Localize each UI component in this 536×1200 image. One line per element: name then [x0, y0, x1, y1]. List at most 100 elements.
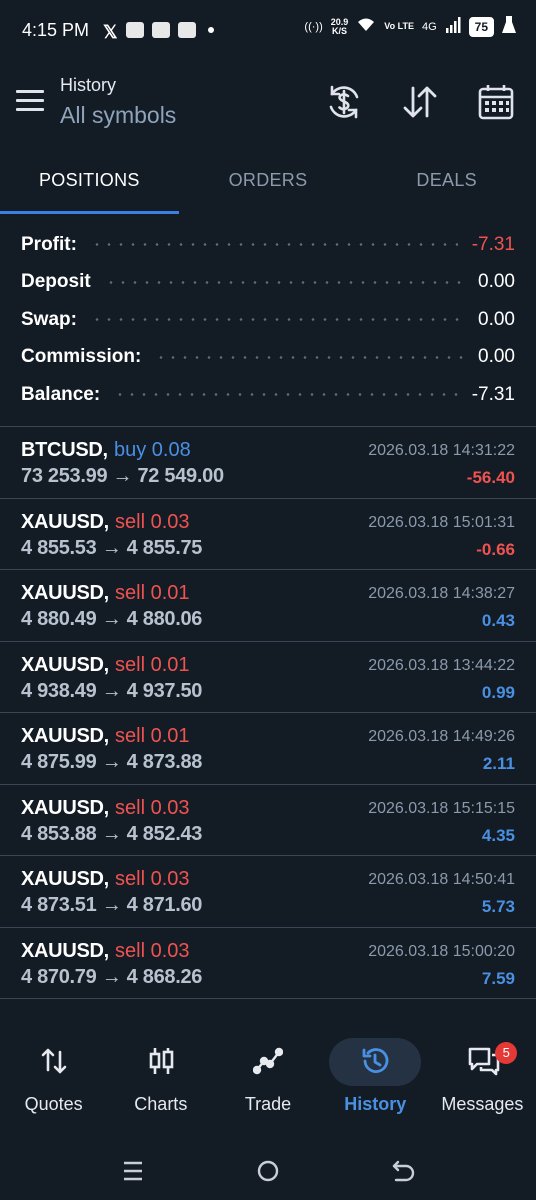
deal-profit: 0.43	[481, 611, 515, 630]
app-header: History All symbols	[0, 60, 536, 150]
quotes-arrows-icon	[39, 1046, 69, 1076]
list-item[interactable]: XAUUSD, sell 0.03 4 873.51 → 4 871.60 20…	[0, 856, 536, 928]
nav-label: History	[344, 1094, 407, 1114]
deal-symbol: XAUUSD,	[21, 510, 109, 533]
discord-icon	[151, 22, 170, 38]
tab-orders[interactable]: ORDERS	[179, 150, 358, 214]
list-item[interactable]: XAUUSD, sell 0.01 4 938.49 → 4 937.50 20…	[0, 642, 536, 713]
recent-apps-icon[interactable]	[118, 1156, 148, 1186]
volte-indicator: Vo LTE	[384, 21, 414, 31]
deal-type: sell 0.01	[115, 582, 190, 604]
nav-history[interactable]: History	[322, 1030, 429, 1130]
deal-time: 2026.03.18 15:15:15	[368, 799, 515, 817]
hotspot-icon: ((·))	[304, 20, 323, 33]
deal-prices: 4 938.49 → 4 937.50	[21, 679, 203, 702]
deal-prices: 4 870.79 → 4 868.26	[21, 965, 203, 988]
deal-profit: 4.35	[481, 825, 515, 845]
deal-time: 2026.03.18 14:31:22	[368, 442, 515, 459]
deposit-label: Deposit	[21, 271, 91, 293]
deal-time: 2026.03.18 14:49:26	[368, 728, 515, 745]
list-item[interactable]: XAUUSD, sell 0.03 4 870.79 → 4 868.26 20…	[0, 928, 536, 999]
dotted-leader	[114, 393, 458, 397]
deal-time: 2026.03.18 14:38:27	[368, 585, 515, 602]
nav-label: Messages	[441, 1094, 524, 1114]
summary-row-balance: Balance: -7.31	[0, 376, 536, 414]
currency-sync-icon[interactable]	[324, 82, 364, 122]
signal-icon	[445, 17, 461, 36]
swap-label: Swap:	[21, 308, 77, 330]
status-notification-icons: 𝕏	[103, 22, 214, 42]
commission-value: 0.00	[478, 346, 515, 368]
dotted-leader	[155, 355, 465, 359]
deal-profit: 7.59	[481, 968, 515, 988]
deal-time: 2026.03.18 15:00:20	[368, 942, 515, 960]
tab-deals[interactable]: DEALS	[357, 150, 536, 214]
trade-line-icon	[252, 1046, 284, 1076]
deal-type: sell 0.03	[115, 510, 190, 533]
net-speed-unit: K/S	[332, 25, 348, 36]
status-time: 4:15 PM	[22, 19, 90, 40]
nav-label: Quotes	[24, 1094, 83, 1114]
deal-symbol: XAUUSD,	[21, 796, 109, 819]
nav-quotes[interactable]: Quotes	[0, 1030, 107, 1130]
deal-type: sell 0.03	[115, 939, 190, 962]
deal-type: sell 0.03	[115, 796, 190, 819]
wifi-icon	[356, 17, 376, 36]
calendar-icon[interactable]	[476, 82, 516, 122]
youtube-icon	[177, 22, 196, 38]
summary-row-commission: Commission: 0.00	[0, 339, 536, 377]
app-square-icon	[125, 22, 144, 38]
page-title: History	[60, 75, 117, 95]
nav-label: Trade	[244, 1094, 292, 1114]
deal-symbol: BTCUSD,	[21, 439, 108, 461]
battery-indicator: 75	[468, 16, 494, 37]
positions-list: BTCUSD, buy 0.08 73 253.99 → 72 549.00 2…	[0, 426, 536, 999]
deposit-value: 0.00	[478, 271, 515, 293]
deal-prices: 4 873.51 → 4 871.60	[21, 894, 203, 916]
summary-row-swap: Swap: 0.00	[0, 301, 536, 339]
profit-label: Profit:	[21, 233, 77, 255]
deal-symbol: XAUUSD,	[21, 868, 109, 890]
list-item[interactable]: BTCUSD, buy 0.08 73 253.99 → 72 549.00 2…	[0, 427, 536, 499]
tab-positions[interactable]: POSITIONS	[0, 150, 179, 214]
bottom-navigation: Quotes Charts Trade History 5 Messages	[0, 1030, 536, 1130]
nav-charts[interactable]: Charts	[107, 1030, 214, 1130]
deal-profit: 0.99	[481, 682, 515, 702]
symbol-filter[interactable]: All symbols	[60, 102, 176, 129]
dotted-leader	[104, 280, 465, 284]
deal-prices: 4 875.99 → 4 873.88	[21, 751, 203, 773]
swap-value: 0.00	[478, 308, 515, 330]
net-speed: 20.9 K/S	[331, 17, 349, 36]
deal-type: sell 0.01	[115, 725, 190, 747]
deal-time: 2026.03.18 15:01:31	[368, 513, 515, 531]
deal-type: buy 0.08	[114, 439, 191, 461]
nav-messages[interactable]: 5 Messages	[429, 1030, 536, 1130]
list-item[interactable]: XAUUSD, sell 0.03 4 855.53 → 4 855.75 20…	[0, 499, 536, 570]
dotted-leader	[90, 243, 458, 247]
deal-profit: -56.40	[466, 468, 515, 487]
deal-prices: 4 853.88 → 4 852.43	[21, 822, 203, 845]
list-item[interactable]: XAUUSD, sell 0.03 4 853.88 → 4 852.43 20…	[0, 785, 536, 856]
deal-profit: -0.66	[476, 539, 515, 559]
network-type: 4G	[421, 20, 437, 33]
deal-symbol: XAUUSD,	[21, 939, 109, 962]
deal-time: 2026.03.18 13:44:22	[368, 656, 515, 674]
hamburger-menu-icon[interactable]	[16, 90, 44, 112]
sort-arrows-icon[interactable]	[400, 82, 440, 122]
list-item[interactable]: XAUUSD, sell 0.01 4 880.49 → 4 880.06 20…	[0, 570, 536, 642]
commission-label: Commission:	[21, 346, 142, 368]
list-item[interactable]: XAUUSD, sell 0.01 4 875.99 → 4 873.88 20…	[0, 713, 536, 785]
deal-profit: 2.11	[482, 754, 515, 773]
deal-symbol: XAUUSD,	[21, 653, 109, 676]
status-system-icons: ((·)) 20.9 K/S Vo LTE 4G 75	[304, 16, 516, 37]
nav-trade[interactable]: Trade	[214, 1030, 321, 1130]
back-icon[interactable]	[388, 1156, 418, 1186]
deal-symbol: XAUUSD,	[21, 582, 109, 604]
more-dot-icon	[207, 27, 214, 33]
candlestick-icon	[146, 1046, 176, 1076]
deal-prices: 73 253.99 → 72 549.00	[21, 465, 224, 487]
system-navigation-bar	[0, 1140, 536, 1200]
deal-prices: 4 855.53 → 4 855.75	[21, 536, 203, 559]
home-icon[interactable]	[253, 1156, 283, 1186]
active-tab-indicator	[0, 211, 179, 214]
